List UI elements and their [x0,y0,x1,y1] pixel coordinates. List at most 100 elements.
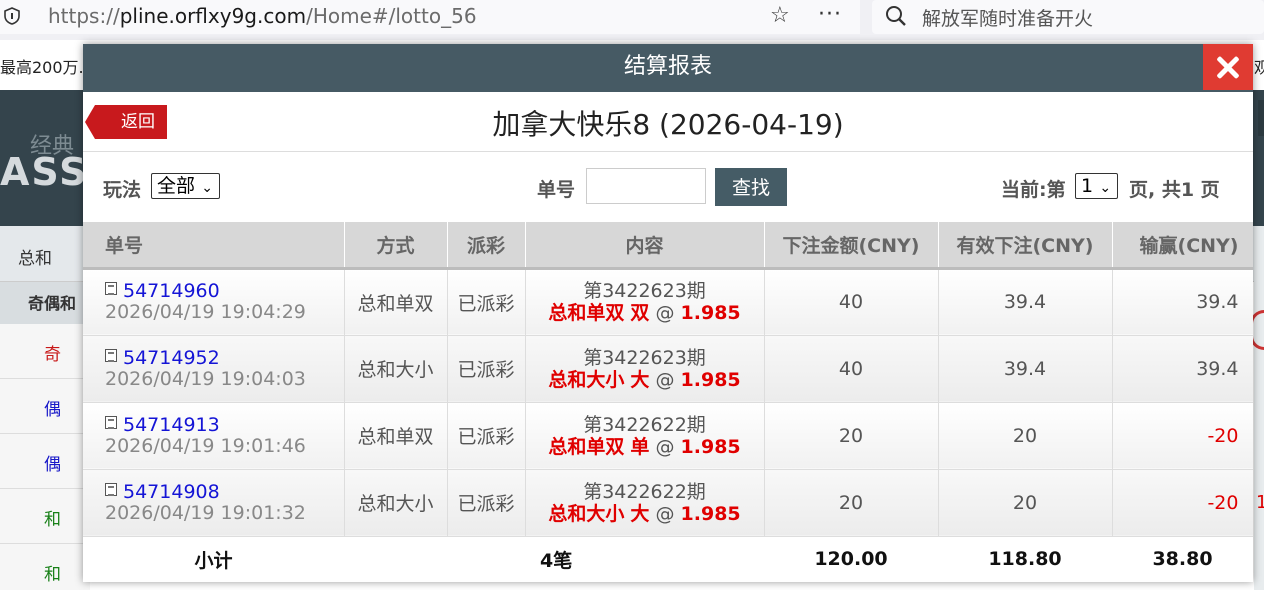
page-prefix-label: 当前:第 [1001,179,1066,201]
result-item: 和 [0,489,90,544]
valid-cell: 39.4 [938,335,1113,403]
column-header: 内容 [525,222,765,270]
period: 第3422622期 [583,413,706,436]
bet-pick: 大 [630,368,650,391]
at-sign: @ [655,368,675,391]
bookmark-star-icon[interactable]: ☆ [770,3,790,28]
tab-total[interactable]: 总和 [18,244,52,269]
bet-detail: 总和大小 大 @ 1.985 [526,503,764,525]
address-bar[interactable]: https://pline.orflxy9g.com/Home#/lotto_5… [0,0,860,34]
table-row: 54714960 2026/04/19 19:04:29 总和单双 已派彩 第34… [83,268,1253,336]
game-title: 加拿大快乐8 (2026-04-19) [492,108,844,141]
amount-cell: 20 [764,402,939,470]
result-item: 奇 [0,324,90,379]
url-text[interactable]: https://pline.orflxy9g.com/Home#/lotto_5… [48,4,477,28]
order-number-link[interactable]: 54714908 [123,481,220,503]
play-type-value: 全部 [157,175,196,197]
content-cell: 第3422623期 总和单双 双 @ 1.985 [525,268,765,336]
table-header-row: 单号 方式 派彩 内容 下注金额(CNY) 有效下注(CNY) 输赢(CNY) [83,222,1253,270]
order-cell: 54714960 2026/04/19 19:04:29 [83,268,345,336]
column-header: 下注金额(CNY) [764,222,939,270]
search-placeholder: 解放军随时准备开火 [922,8,1094,30]
subtotal-valid: 118.80 [938,536,1112,582]
shield-icon[interactable] [4,7,20,25]
result-label: 和 [44,565,61,585]
document-icon[interactable] [105,282,117,295]
win-loss-cell: -20 [1112,469,1253,537]
status-cell: 已派彩 [447,469,526,537]
odds: 1.985 [680,502,741,525]
chevron-down-icon: ⌄ [1099,180,1112,196]
method-cell: 总和单双 [344,268,448,336]
period: 第3422623期 [583,280,706,302]
result-item: 和 [0,544,90,590]
at-sign: @ [655,502,675,525]
result-label: 奇 [44,345,61,365]
order-number-link[interactable]: 54714913 [123,414,220,436]
document-icon[interactable] [105,415,117,429]
bet-detail: 总和大小 大 @ 1.985 [526,369,764,391]
amount-cell: 40 [764,268,939,336]
subtotal-count: 4笔 [525,536,764,582]
win-loss-cell: -20 [1112,402,1253,470]
order-time: 2026/04/19 19:04:03 [105,367,306,390]
result-label: 偶 [44,400,61,420]
bet-type: 总和大小 [548,502,625,525]
notice-marquee-right: 观 [1254,58,1264,77]
subtotal-empty [344,536,447,582]
column-header: 派彩 [447,222,526,270]
site-logo-en: ASS [0,150,89,194]
win-loss-cell: 39.4 [1112,335,1253,403]
chevron-down-icon: ⌄ [201,180,214,196]
page-select[interactable]: 1 ⌄ [1075,173,1119,199]
order-time: 2026/04/19 19:01:46 [105,434,306,457]
bet-detail: 总和单双 双 @ 1.985 [526,302,764,324]
right-number: 1 [1256,492,1264,513]
search-icon [886,6,906,26]
status-cell: 已派彩 [447,402,526,470]
play-type-label: 玩法 [103,179,142,201]
amount-cell: 40 [764,335,939,403]
column-header: 单号 [83,222,345,270]
result-label: 偶 [44,455,61,475]
modal-title: 结算报表 [623,54,712,79]
bet-type: 总和单双 [548,302,625,324]
banner-icon [1258,100,1264,136]
result-label: 和 [44,510,61,530]
search-bar[interactable]: 解放军随时准备开火 [872,0,1264,34]
bet-detail: 总和单双 单 @ 1.985 [526,436,764,458]
play-type-select[interactable]: 全部 ⌄ [151,173,221,199]
document-icon[interactable] [105,482,117,496]
report-table: 单号 方式 派彩 内容 下注金额(CNY) 有效下注(CNY) 输赢(CNY) … [83,222,1253,582]
order-number-link[interactable]: 54714960 [123,280,220,302]
close-icon[interactable] [1203,44,1253,90]
browser-toolbar: https://pline.orflxy9g.com/Home#/lotto_5… [0,0,1264,40]
bet-pick: 双 [630,302,650,324]
more-options-icon[interactable]: ··· [818,2,842,27]
modal-header: 结算报表 [83,44,1253,92]
order-number-input[interactable] [586,168,706,204]
right-panel [1254,226,1264,590]
order-cell: 54714913 2026/04/19 19:01:46 [83,402,345,470]
table-row: 54714952 2026/04/19 19:04:03 总和大小 已派彩 第34… [83,335,1253,403]
valid-cell: 39.4 [938,268,1113,336]
period: 第3422622期 [583,480,706,503]
valid-cell: 20 [938,402,1113,470]
document-icon[interactable] [105,348,117,362]
page-suffix-label: 页, 共1 页 [1129,179,1220,201]
order-time: 2026/04/19 19:01:32 [105,501,306,524]
bet-type: 总和大小 [548,368,625,391]
search-button[interactable]: 查找 [715,168,787,206]
odd-even-header-label: 奇偶和 [28,294,77,313]
subtotal-win: 38.80 [1112,536,1253,582]
content-cell: 第3422623期 总和大小 大 @ 1.985 [525,335,765,403]
column-header: 输赢(CNY) [1112,222,1253,270]
order-number-link[interactable]: 54714952 [123,347,220,369]
order-number-label: 单号 [537,179,576,201]
method-cell: 总和大小 [344,469,448,537]
bet-type: 总和单双 [548,435,625,458]
subtotal-amount: 120.00 [764,536,938,582]
odds: 1.985 [680,435,741,458]
win-loss-cell: 39.4 [1112,268,1253,336]
result-item: 偶 [0,379,90,434]
